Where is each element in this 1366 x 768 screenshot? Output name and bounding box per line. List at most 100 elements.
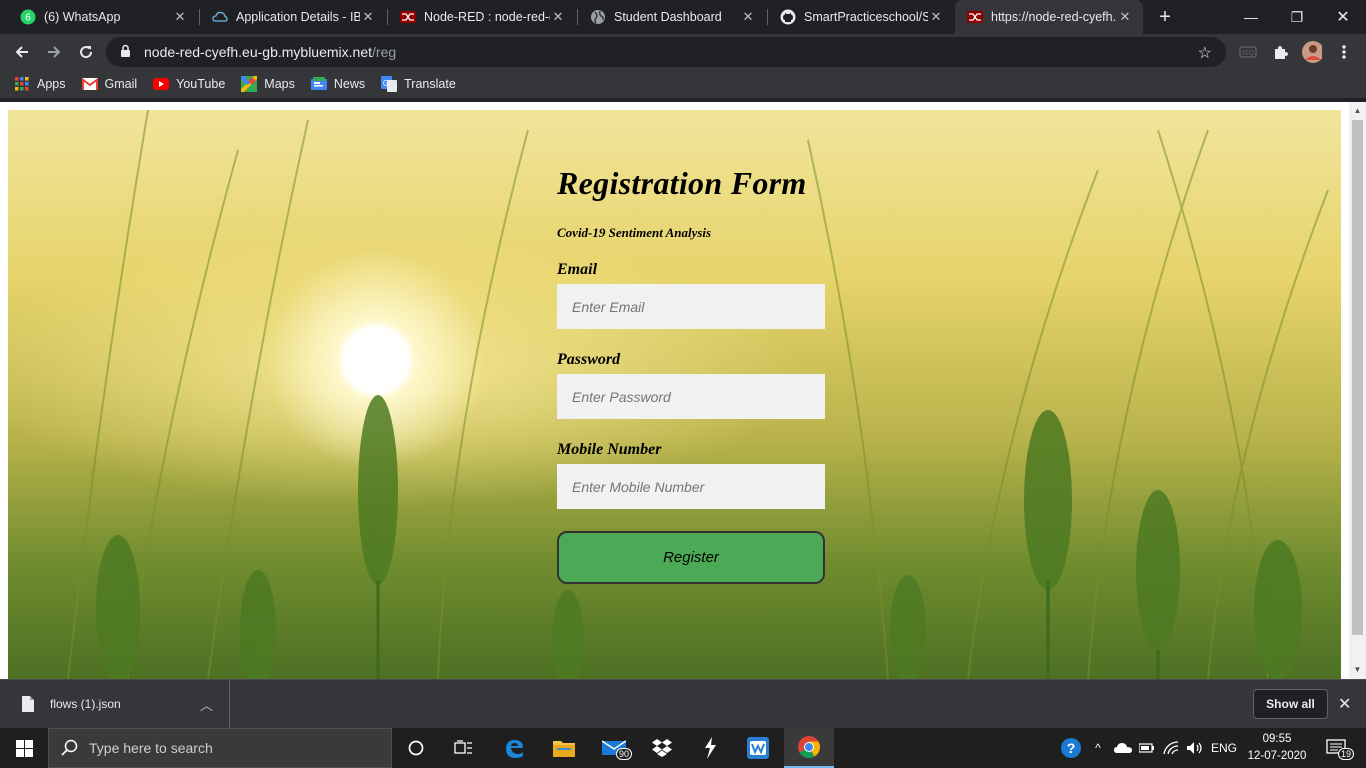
search-icon xyxy=(61,739,81,757)
menu-kebab-icon[interactable] xyxy=(1334,42,1354,62)
scroll-up-icon[interactable]: ▲ xyxy=(1353,106,1362,115)
tab-title: (6) WhatsApp xyxy=(44,10,121,24)
onedrive-cloud-icon[interactable] xyxy=(1112,728,1134,768)
password-field[interactable] xyxy=(557,374,825,419)
system-clock[interactable]: 09:55 12-07-2020 xyxy=(1244,731,1310,765)
bookmarks-bar: Apps Gmail YouTube Maps News G Translate xyxy=(0,70,1366,98)
chevron-up-icon[interactable]: ^ xyxy=(1088,728,1108,768)
tab-title: Application Details - IBM xyxy=(236,10,360,24)
notifications-button[interactable]: 19 xyxy=(1318,728,1355,768)
close-icon[interactable]: ✕ xyxy=(928,9,944,25)
chrome-icon xyxy=(798,736,820,758)
search-placeholder: Type here to search xyxy=(89,740,213,756)
download-file-name: flows (1).json xyxy=(50,697,121,711)
bookmark-news[interactable]: News xyxy=(310,76,366,92)
tab-title: https://node-red-cyefh. xyxy=(991,10,1117,24)
back-button[interactable] xyxy=(8,38,36,66)
bookmark-youtube[interactable]: YouTube xyxy=(153,76,225,92)
puzzle-icon[interactable] xyxy=(1270,42,1290,62)
bookmark-label: YouTube xyxy=(176,77,226,91)
wifi-icon[interactable] xyxy=(1160,728,1182,768)
tab-student-dashboard[interactable]: Student Dashboard ✕ xyxy=(578,0,766,34)
close-icon[interactable]: ✕ xyxy=(172,9,188,25)
tab-ibm[interactable]: Application Details - IBM ✕ xyxy=(200,0,386,34)
close-icon[interactable]: ✕ xyxy=(1117,9,1133,25)
new-tab-button[interactable]: + xyxy=(1154,6,1176,28)
taskbar-search[interactable]: Type here to search xyxy=(48,728,392,768)
apps-grid-icon xyxy=(14,76,30,92)
taskbar-chrome[interactable] xyxy=(784,728,834,768)
tab-active-registration[interactable]: https://node-red-cyefh. ✕ xyxy=(955,0,1143,34)
bookmark-label: Maps xyxy=(264,77,295,91)
translate-icon: G xyxy=(381,76,398,92)
bookmark-star-icon[interactable]: ☆ xyxy=(1198,43,1212,63)
taskbar-app-bolt[interactable] xyxy=(686,728,734,768)
close-icon[interactable]: ✕ xyxy=(360,9,376,25)
bookmark-label: Gmail xyxy=(104,77,138,91)
close-icon[interactable]: ✕ xyxy=(740,9,756,25)
taskbar-dropbox[interactable] xyxy=(638,728,686,768)
scroll-down-icon[interactable]: ▼ xyxy=(1353,665,1362,674)
svg-text:?: ? xyxy=(1067,740,1076,756)
cortana-button[interactable] xyxy=(392,728,440,768)
url-path: /reg xyxy=(372,44,397,60)
node-red-icon xyxy=(967,9,983,25)
volume-icon[interactable] xyxy=(1184,728,1206,768)
taskbar-edge[interactable] xyxy=(490,728,538,768)
email-label: Email xyxy=(557,261,598,278)
bookmark-apps[interactable]: Apps xyxy=(14,76,66,92)
help-icon[interactable]: ? xyxy=(1058,728,1084,768)
whatsapp-icon: 6 xyxy=(20,9,36,25)
task-view-button[interactable] xyxy=(440,728,488,768)
reload-icon xyxy=(80,46,93,59)
form-subtitle: Covid-19 Sentiment Analysis xyxy=(557,225,712,240)
email-field[interactable] xyxy=(557,284,825,329)
bookmark-translate[interactable]: G Translate xyxy=(381,76,456,92)
tab-title: Student Dashboard xyxy=(614,10,722,24)
minimize-button[interactable]: — xyxy=(1228,0,1274,34)
mobile-label: Mobile Number xyxy=(557,441,662,458)
bookmark-label: News xyxy=(333,77,366,91)
start-button[interactable] xyxy=(0,728,48,768)
tab-whatsapp[interactable]: 6 (6) WhatsApp ✕ xyxy=(8,0,198,34)
globe-icon xyxy=(590,9,606,25)
address-bar[interactable]: node-red-cyefh.eu-gb.mybluemix.net/reg ☆ xyxy=(106,37,1226,67)
tab-node-red[interactable]: Node-RED : node-red-cyefh ✕ xyxy=(388,0,576,34)
page-title: Registration Form xyxy=(557,165,807,201)
taskbar-mail[interactable]: 90 xyxy=(590,728,638,768)
gmail-icon xyxy=(81,76,98,92)
wheat-field-background: Registration Form Covid-19 Sentiment Ana… xyxy=(8,110,1341,679)
bookmark-gmail[interactable]: Gmail xyxy=(81,76,138,92)
arrow-right-icon xyxy=(48,46,61,58)
taskbar-file-explorer[interactable] xyxy=(540,728,588,768)
window-close-button[interactable]: ✕ xyxy=(1320,0,1366,34)
file-icon xyxy=(22,695,36,713)
wps-office-icon xyxy=(747,737,769,759)
show-all-button[interactable]: Show all xyxy=(1253,689,1328,719)
close-icon[interactable]: ✕ xyxy=(550,9,566,25)
close-download-bar-icon[interactable]: ✕ xyxy=(1338,694,1351,714)
register-button[interactable]: Register xyxy=(557,531,825,584)
avatar[interactable] xyxy=(1302,41,1322,63)
extension-icon[interactable]: ISQ xyxy=(1238,42,1258,62)
download-item[interactable]: flows (1).json ︿ xyxy=(14,680,230,728)
reload-button[interactable] xyxy=(72,38,100,66)
lock-icon xyxy=(120,44,134,61)
download-bar: flows (1).json ︿ Show all ✕ xyxy=(0,679,1366,728)
bookmark-maps[interactable]: Maps xyxy=(241,76,295,92)
svg-text:G: G xyxy=(383,79,389,88)
clock-time: 09:55 xyxy=(1262,733,1292,745)
restore-button[interactable]: ❐ xyxy=(1274,0,1320,34)
ibm-cloud-icon xyxy=(212,9,228,25)
scrollbar-thumb[interactable] xyxy=(1352,120,1363,635)
node-red-icon xyxy=(400,9,416,25)
tab-github[interactable]: SmartPracticeschool/SB ✕ xyxy=(768,0,954,34)
forward-button[interactable] xyxy=(40,38,68,66)
language-indicator[interactable]: ENG xyxy=(1208,728,1240,768)
news-icon xyxy=(310,76,327,92)
page-scrollbar[interactable]: ▲ ▼ xyxy=(1349,102,1366,679)
mobile-number-field[interactable] xyxy=(557,464,825,509)
chevron-up-icon[interactable]: ︿ xyxy=(200,695,213,714)
battery-icon[interactable] xyxy=(1136,728,1158,768)
taskbar-wps[interactable] xyxy=(734,728,782,768)
